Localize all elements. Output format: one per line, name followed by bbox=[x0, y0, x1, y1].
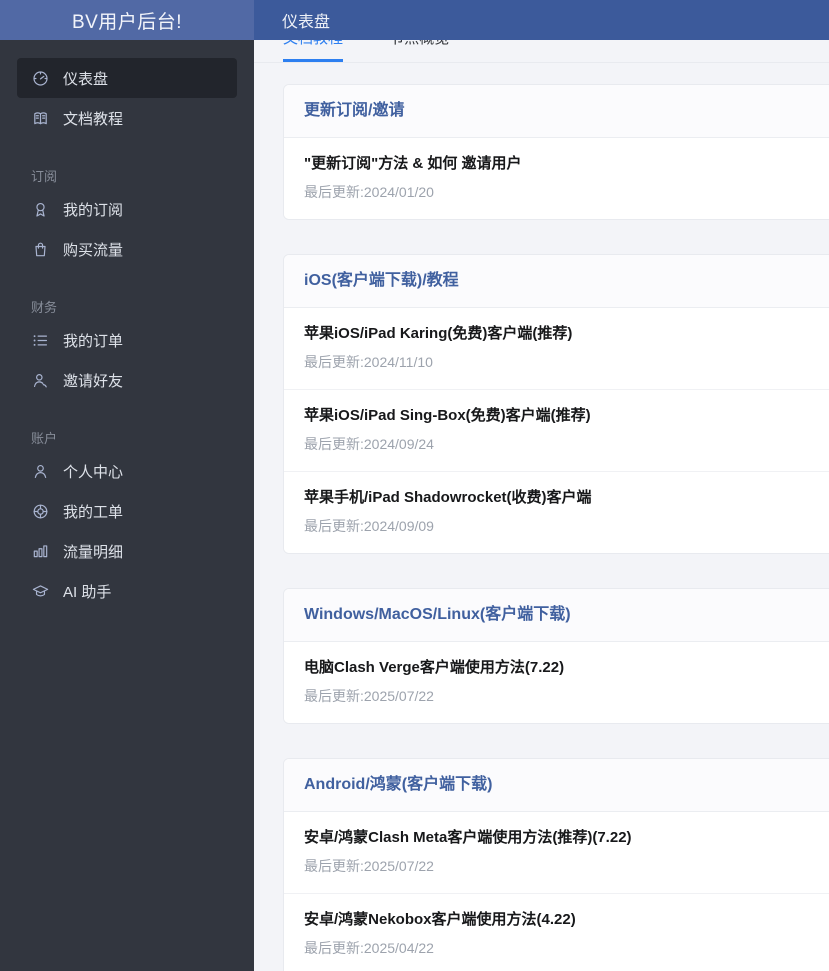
book-icon bbox=[31, 109, 50, 128]
doc-section-card: 更新订阅/邀请 "更新订阅"方法 & 如何 邀请用户 最后更新:2024/01/… bbox=[283, 84, 829, 220]
article-title: 苹果iOS/iPad Sing-Box(免费)客户端(推荐) bbox=[304, 407, 591, 424]
sidebar-item-docs[interactable]: 文档教程 bbox=[17, 98, 237, 138]
article-updated: 最后更新:2024/11/10 bbox=[304, 354, 433, 370]
sidebar-item-label: 流量明细 bbox=[63, 543, 124, 561]
user-icon bbox=[31, 462, 50, 481]
award-icon bbox=[31, 200, 50, 219]
sidebar-item-invite-friends[interactable]: 邀请好友 bbox=[17, 360, 237, 400]
invite-user-icon bbox=[31, 371, 50, 390]
card-title: 更新订阅/邀请 bbox=[304, 102, 405, 119]
sidebar-item-buy-traffic[interactable]: 购买流量 bbox=[17, 229, 237, 269]
sidebar-section-subscription: 订阅 bbox=[31, 168, 58, 184]
sidebar-section-finance: 财务 bbox=[31, 299, 58, 315]
doc-section-card: Android/鸿蒙(客户端下载) 安卓/鸿蒙Clash Meta客户端使用方法… bbox=[283, 758, 829, 971]
article-updated: 最后更新:2024/09/24 bbox=[304, 436, 434, 452]
article-title: 电脑Clash Verge客户端使用方法(7.22) bbox=[304, 659, 565, 676]
article-updated: 最后更新:2025/04/22 bbox=[304, 940, 434, 956]
article-title: "更新订阅"方法 & 如何 邀请用户 bbox=[304, 155, 522, 172]
sidebar-item-profile[interactable]: 个人中心 bbox=[17, 451, 237, 491]
doc-section-card: iOS(客户端下载)/教程 苹果iOS/iPad Karing(免费)客户端(推… bbox=[283, 254, 829, 554]
article-updated: 最后更新:2024/01/20 bbox=[304, 184, 434, 200]
sidebar-item-label: 我的订单 bbox=[63, 332, 124, 350]
sidebar-item-label: 邀请好友 bbox=[63, 372, 124, 390]
sidebar-item-my-subscription[interactable]: 我的订阅 bbox=[17, 189, 237, 229]
content: 文档教程 节点概览 更新订阅/邀请 "更新订阅"方法 & 如何 邀请用户 最后更… bbox=[254, 30, 829, 971]
card-title: Android/鸿蒙(客户端下载) bbox=[304, 776, 493, 793]
card-header: iOS(客户端下载)/教程 bbox=[284, 255, 829, 308]
sidebar-nav: 仪表盘 文档教程 订阅 我的订阅 购买流量 财务 我的订单 邀请好友 账户 个人… bbox=[0, 40, 254, 611]
doc-article[interactable]: 电脑Clash Verge客户端使用方法(7.22) 最后更新:2025/07/… bbox=[284, 642, 829, 723]
page-header: 仪表盘 bbox=[254, 0, 829, 40]
sidebar: BV用户后台! 仪表盘 文档教程 订阅 我的订阅 购买流量 财务 我的订单 邀请… bbox=[0, 0, 254, 971]
article-title: 苹果手机/iPad Shadowrocket(收费)客户端 bbox=[304, 489, 592, 506]
sidebar-section-account: 账户 bbox=[31, 430, 58, 446]
sidebar-item-label: 仪表盘 bbox=[63, 70, 109, 88]
sidebar-item-dashboard[interactable]: 仪表盘 bbox=[17, 58, 237, 98]
sidebar-item-label: 我的订阅 bbox=[63, 201, 124, 219]
article-title: 苹果iOS/iPad Karing(免费)客户端(推荐) bbox=[304, 325, 573, 342]
sidebar-item-traffic-detail[interactable]: 流量明细 bbox=[17, 531, 237, 571]
sidebar-item-label: 文档教程 bbox=[63, 110, 124, 128]
article-updated: 最后更新:2025/07/22 bbox=[304, 858, 434, 874]
dashboard-icon bbox=[31, 69, 50, 88]
app-title: BV用户后台! bbox=[0, 0, 254, 40]
doc-article[interactable]: 苹果手机/iPad Shadowrocket(收费)客户端 最后更新:2024/… bbox=[284, 471, 829, 553]
sidebar-item-label: AI 助手 bbox=[63, 583, 112, 601]
doc-article[interactable]: 苹果iOS/iPad Karing(免费)客户端(推荐) 最后更新:2024/1… bbox=[284, 308, 829, 389]
doc-article[interactable]: 安卓/鸿蒙Clash Meta客户端使用方法(推荐)(7.22) 最后更新:20… bbox=[284, 812, 829, 893]
graduation-cap-icon bbox=[31, 582, 50, 601]
article-title: 安卓/鸿蒙Nekobox客户端使用方法(4.22) bbox=[304, 911, 576, 928]
lifebuoy-icon bbox=[31, 502, 50, 521]
shopping-bag-icon bbox=[31, 240, 50, 259]
sidebar-item-label: 个人中心 bbox=[63, 463, 124, 481]
main-area: 仪表盘 文档教程 节点概览 更新订阅/邀请 "更新订阅"方法 & 如何 邀请用户… bbox=[254, 0, 829, 971]
sidebar-item-my-orders[interactable]: 我的订单 bbox=[17, 320, 237, 360]
article-updated: 最后更新:2024/09/09 bbox=[304, 518, 434, 534]
card-header: Windows/MacOS/Linux(客户端下载) bbox=[284, 589, 829, 642]
card-header: 更新订阅/邀请 bbox=[284, 85, 829, 138]
card-title: Windows/MacOS/Linux(客户端下载) bbox=[304, 606, 571, 623]
sidebar-item-label: 我的工单 bbox=[63, 503, 124, 521]
sidebar-item-label: 购买流量 bbox=[63, 241, 124, 259]
article-title: 安卓/鸿蒙Clash Meta客户端使用方法(推荐)(7.22) bbox=[304, 829, 632, 846]
doc-article[interactable]: 苹果iOS/iPad Sing-Box(免费)客户端(推荐) 最后更新:2024… bbox=[284, 389, 829, 471]
doc-article[interactable]: 安卓/鸿蒙Nekobox客户端使用方法(4.22) 最后更新:2025/04/2… bbox=[284, 893, 829, 971]
doc-section-card: Windows/MacOS/Linux(客户端下载) 电脑Clash Verge… bbox=[283, 588, 829, 724]
bar-chart-icon bbox=[31, 542, 50, 561]
card-header: Android/鸿蒙(客户端下载) bbox=[284, 759, 829, 812]
sidebar-item-tickets[interactable]: 我的工单 bbox=[17, 491, 237, 531]
list-icon bbox=[31, 331, 50, 350]
page-title: 仪表盘 bbox=[282, 14, 331, 31]
article-updated: 最后更新:2025/07/22 bbox=[304, 688, 434, 704]
sidebar-item-ai-assistant[interactable]: AI 助手 bbox=[17, 571, 237, 611]
card-title: iOS(客户端下载)/教程 bbox=[304, 272, 459, 289]
doc-article[interactable]: "更新订阅"方法 & 如何 邀请用户 最后更新:2024/01/20 bbox=[284, 138, 829, 219]
